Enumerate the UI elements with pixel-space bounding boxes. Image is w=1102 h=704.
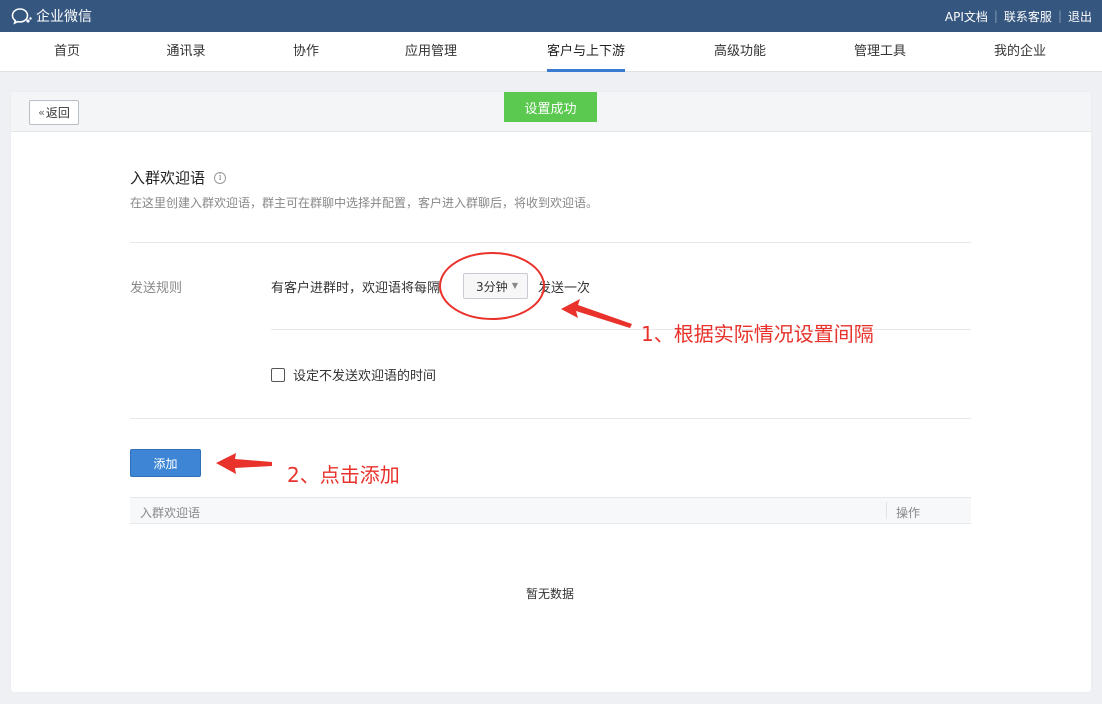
tab-my-enterprise[interactable]: 我的企业 (994, 32, 1046, 72)
send-rule-suffix: 发送一次 (538, 281, 591, 296)
tab-app-management[interactable]: 应用管理 (405, 32, 457, 72)
top-bar: 企业微信 API文档 | 联系客服 | 退出 (0, 0, 1102, 32)
empty-state: 暂无数据 (526, 587, 575, 601)
caret-down-icon: ▼ (511, 281, 518, 290)
content-card: « 返回 设置成功 入群欢迎语 i 在这里创建入群欢迎语，群主可在群聊中选择并配… (11, 92, 1091, 692)
tab-collaboration[interactable]: 协作 (293, 32, 319, 72)
tab-contacts[interactable]: 通讯录 (166, 32, 205, 72)
back-button-label: 返回 (45, 106, 70, 120)
top-link-separator: | (993, 9, 998, 23)
annotation-step2: 2、点击添加 (287, 463, 400, 487)
logout-link[interactable]: 退出 (1068, 8, 1092, 25)
tab-customers[interactable]: 客户与上下游 (546, 32, 626, 72)
success-toast: 设置成功 (504, 92, 597, 122)
column-separator[interactable] (886, 502, 887, 519)
app-logo[interactable]: 企业微信 (11, 6, 92, 26)
wecom-logo-icon (11, 8, 32, 25)
table-header: 入群欢迎语 操作 (130, 497, 971, 524)
main-nav: 首页 通讯录 协作 应用管理 客户与上下游 高级功能 管理工具 我的企业 (0, 32, 1102, 72)
no-send-time-option[interactable]: 设定不发送欢迎语的时间 (271, 365, 436, 384)
interval-select-value: 3分钟 (476, 279, 508, 294)
divider (130, 242, 971, 243)
top-links: API文档 | 联系客服 | 退出 (945, 0, 1092, 32)
page-description: 在这里创建入群欢迎语，群主可在群聊中选择并配置，客户进入群聊后，将收到欢迎语。 (130, 196, 599, 210)
tab-home[interactable]: 首页 (54, 32, 80, 72)
tab-management-tools[interactable]: 管理工具 (854, 32, 906, 72)
interval-select[interactable]: 3分钟 ▼ (463, 273, 528, 299)
no-send-time-label: 设定不发送欢迎语的时间 (293, 369, 437, 384)
support-link[interactable]: 联系客服 (1004, 8, 1052, 25)
app-name: 企业微信 (36, 9, 92, 25)
page-title: 入群欢迎语 i (130, 167, 227, 188)
annotation-step1: 1、根据实际情况设置间隔 (641, 322, 874, 346)
double-chevron-left-icon: « (38, 106, 45, 119)
divider (130, 418, 971, 419)
page-title-text: 入群欢迎语 (130, 169, 206, 187)
back-button[interactable]: « 返回 (29, 100, 79, 125)
api-docs-link[interactable]: API文档 (945, 8, 988, 25)
tab-advanced[interactable]: 高级功能 (714, 32, 766, 72)
send-rule-prefix: 有客户进群时，欢迎语将每隔 (271, 281, 441, 296)
column-header-welcome-message: 入群欢迎语 (140, 506, 201, 520)
send-rule-label: 发送规则 (130, 281, 183, 296)
column-header-actions: 操作 (896, 506, 921, 520)
no-send-time-checkbox[interactable] (271, 367, 285, 382)
top-link-separator: | (1057, 9, 1062, 23)
add-button[interactable]: 添加 (130, 449, 201, 477)
info-icon[interactable]: i (214, 171, 227, 184)
